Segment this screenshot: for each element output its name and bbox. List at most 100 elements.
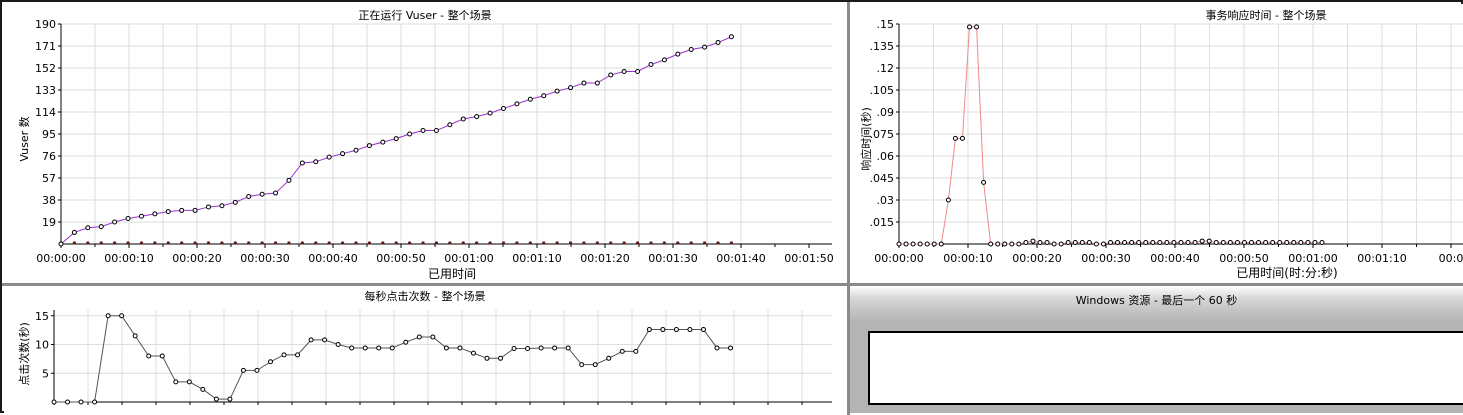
windows-resources-panel: Windows 资源 - 最后一个 60 秒 bbox=[850, 286, 1463, 413]
data-point bbox=[1192, 240, 1198, 246]
data-point bbox=[606, 355, 612, 361]
data-point bbox=[527, 96, 533, 102]
horizontal-splitter[interactable] bbox=[2, 283, 1463, 286]
data-point bbox=[219, 203, 225, 209]
data-point bbox=[192, 207, 198, 213]
x-tick-label: 00:01:10 bbox=[1357, 252, 1406, 265]
data-point bbox=[903, 241, 909, 247]
data-point bbox=[430, 334, 436, 340]
data-point bbox=[635, 68, 641, 74]
data-point bbox=[159, 353, 165, 359]
data-point bbox=[594, 80, 600, 86]
data-point bbox=[487, 110, 493, 116]
data-point bbox=[474, 114, 480, 120]
data-point bbox=[460, 116, 466, 122]
baseline-marker bbox=[273, 241, 278, 245]
baseline-marker bbox=[434, 241, 439, 245]
y-tick-label: 190 bbox=[35, 18, 56, 31]
y-axis-label: 响应时间(秒) bbox=[859, 107, 873, 171]
data-point bbox=[1122, 240, 1128, 246]
data-point bbox=[1044, 240, 1050, 246]
baseline-marker bbox=[180, 241, 184, 245]
data-point bbox=[579, 362, 585, 368]
data-point bbox=[648, 62, 654, 68]
data-point bbox=[340, 151, 346, 157]
baseline-marker bbox=[515, 241, 519, 245]
data-point bbox=[58, 241, 64, 247]
data-point bbox=[581, 80, 587, 86]
data-point bbox=[85, 225, 91, 231]
x-tick-label: 00:00:00 bbox=[36, 252, 85, 265]
data-point bbox=[974, 24, 980, 30]
baseline-marker bbox=[609, 241, 613, 245]
data-point bbox=[1115, 240, 1121, 246]
data-point bbox=[416, 334, 422, 340]
baseline-marker bbox=[649, 241, 653, 245]
chart-title: 正在运行 Vuser - 整个场景 bbox=[358, 8, 491, 22]
baseline-marker bbox=[729, 241, 734, 245]
data-point bbox=[232, 199, 238, 205]
data-point bbox=[281, 352, 287, 358]
data-point bbox=[498, 355, 504, 361]
data-point bbox=[1234, 240, 1240, 246]
data-point bbox=[259, 191, 265, 197]
monitor-window: 正在运行 Vuser - 整个场景 19 38 57 76 95 114 133 152 171 1… bbox=[0, 0, 1463, 415]
baseline-marker bbox=[300, 241, 304, 245]
baseline-marker bbox=[421, 241, 425, 245]
baseline-marker bbox=[716, 241, 720, 245]
baseline-marker bbox=[501, 241, 506, 245]
baseline-marker bbox=[126, 241, 130, 245]
baseline-marker bbox=[394, 241, 398, 245]
data-point bbox=[675, 51, 681, 57]
data-point bbox=[552, 345, 558, 351]
y-tick-label: 38 bbox=[42, 194, 56, 207]
hits-per-second-chart: 每秒点击次数 - 整个场景 5 10 15 点击次数(秒) bbox=[4, 286, 847, 413]
data-point bbox=[308, 337, 314, 343]
x-tick-label: 00:01:00 bbox=[444, 252, 493, 265]
baseline-marker bbox=[568, 241, 573, 245]
x-tick-label: 00:00:30 bbox=[1081, 252, 1130, 265]
data-point bbox=[1185, 240, 1191, 246]
baseline-marker bbox=[662, 241, 666, 245]
data-point bbox=[366, 143, 372, 149]
data-point bbox=[959, 135, 965, 141]
data-point bbox=[205, 204, 211, 210]
x-axis-label: 已用时间(时:分:秒) bbox=[1236, 266, 1337, 280]
baseline-marker bbox=[166, 241, 170, 245]
y-tick-label: 171 bbox=[35, 40, 56, 53]
data-point bbox=[173, 379, 179, 385]
data-point bbox=[98, 224, 104, 230]
x-tick-label: 00:01:30 bbox=[648, 252, 697, 265]
y-tick-label: 57 bbox=[42, 172, 56, 185]
data-point bbox=[1016, 241, 1022, 247]
data-point bbox=[326, 154, 332, 160]
x-tick-label: 00:00:10 bbox=[943, 252, 992, 265]
baseline-marker bbox=[139, 241, 144, 245]
x-axis-label: 已用时间 bbox=[428, 267, 476, 281]
baseline-marker bbox=[193, 241, 197, 245]
data-point bbox=[484, 355, 490, 361]
y-tick-label: 19 bbox=[42, 216, 56, 229]
data-point bbox=[299, 160, 305, 166]
baseline-marker bbox=[475, 241, 479, 245]
data-point bbox=[1086, 240, 1092, 246]
data-point bbox=[393, 136, 399, 142]
data-point bbox=[112, 219, 118, 225]
data-point bbox=[924, 241, 930, 247]
baseline-marker bbox=[448, 241, 452, 245]
data-point bbox=[1009, 241, 1015, 247]
windows-resources-plot-area bbox=[868, 331, 1463, 405]
vertical-splitter[interactable] bbox=[847, 2, 850, 415]
data-point bbox=[1108, 240, 1113, 246]
data-point bbox=[661, 57, 667, 63]
data-point bbox=[1199, 238, 1205, 244]
data-point bbox=[138, 213, 144, 219]
data-point bbox=[186, 379, 192, 385]
y-tick-label: .03 bbox=[877, 194, 895, 207]
data-point bbox=[380, 139, 386, 145]
data-point bbox=[660, 327, 666, 333]
data-point bbox=[1171, 240, 1177, 246]
baseline-marker bbox=[260, 241, 264, 245]
data-point bbox=[1100, 241, 1106, 247]
data-point bbox=[152, 211, 158, 217]
